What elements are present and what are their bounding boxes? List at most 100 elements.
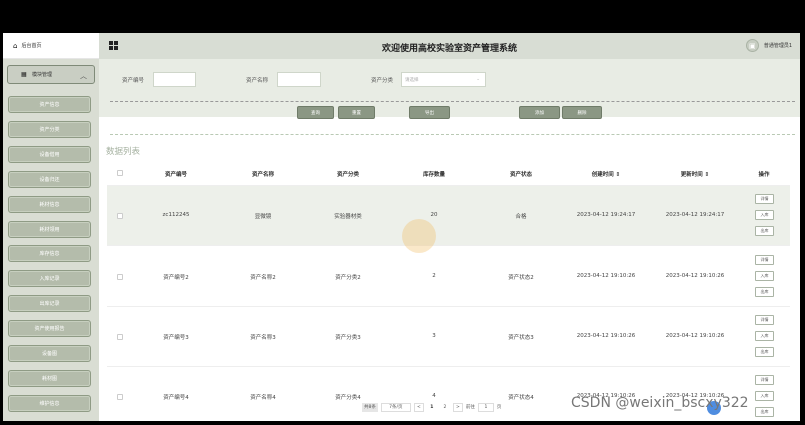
chevron-up-icon: ︿ — [80, 72, 87, 80]
table-cell: 2023-04-12 19:24:17 — [665, 212, 725, 218]
table-row[interactable]: zc112245 显微镜 实验器材类 20 合格 2023-04-12 19:24:17 2… — [107, 186, 790, 246]
table-cell: 2023-04-12 19:10:26 — [576, 273, 636, 279]
table-cell: 资产名称2 — [250, 275, 276, 281]
pager-unit-label: 页 — [496, 405, 502, 410]
cursor-highlight — [402, 219, 436, 253]
asset-no-input[interactable] — [153, 72, 196, 87]
asset-cat-placeholder: 请选择 — [405, 77, 419, 83]
asset-name-input[interactable] — [277, 72, 321, 87]
table-row[interactable]: 资产编号2 资产名称2 资产分类2 2 资产状态2 2023-04-12 19:10:26… — [107, 247, 790, 307]
sidebar-item[interactable]: 资产使用报告 — [8, 320, 91, 337]
sidebar-item[interactable]: 库存信息 — [8, 245, 91, 262]
sidebar-item[interactable]: 耗材图 — [8, 370, 91, 387]
asset-cat-select[interactable]: 请选择 ⌄ — [401, 72, 486, 87]
table-cell: 资产状态3 — [508, 335, 534, 341]
stock-out-button[interactable]: 出库 — [755, 287, 774, 297]
th-created[interactable]: 创建时间 ⇕ — [573, 170, 639, 178]
table-cell: 资产名称4 — [250, 395, 276, 401]
sidebar-item[interactable]: 出库记录 — [8, 295, 91, 312]
pager-page-1[interactable]: 1 — [426, 402, 437, 412]
module-menu-label: 模块管理 — [32, 72, 53, 78]
export-button[interactable]: 导出 — [409, 106, 450, 119]
divider-2 — [110, 134, 795, 135]
table-cell: 资产分类4 — [335, 395, 361, 401]
row-checkbox[interactable] — [117, 334, 123, 340]
pager-next[interactable]: > — [452, 402, 463, 412]
stock-in-button[interactable]: 入库 — [755, 391, 774, 401]
row-checkbox[interactable] — [117, 213, 123, 219]
th-asset-cat: 资产分类 — [336, 172, 359, 178]
table-header: 资产编号 资产名称 资产分类 库存数量 资产状态 创建时间 ⇕ 更新时间 ⇕ 操… — [107, 161, 790, 186]
detail-button[interactable]: 详情 — [755, 194, 774, 204]
table-cell: zc112245 — [162, 212, 190, 218]
query-button[interactable]: 查询 — [297, 106, 334, 119]
sidebar-item[interactable]: 资产分类 — [8, 121, 91, 138]
pager-size-select[interactable]: 7条/页 — [380, 402, 411, 412]
stock-in-button[interactable]: 入库 — [755, 210, 774, 220]
th-updated[interactable]: 更新时间 ⇕ — [662, 170, 728, 178]
sidebar-item[interactable]: 维护信息 — [8, 395, 91, 412]
user-menu[interactable]: ▣ 普通管理员1 — [745, 39, 792, 52]
module-menu-toggle[interactable]: ▦ 模块管理 ︿ — [7, 65, 95, 84]
sidebar-item[interactable]: 设备归还 — [8, 171, 91, 188]
pager-page-2[interactable]: 2 — [439, 402, 450, 412]
asset-name-label: 资产名称 — [246, 78, 269, 84]
stock-out-button[interactable]: 出库 — [755, 407, 774, 417]
pager-total: 共8条 — [362, 402, 378, 412]
th-actions: 操作 — [758, 172, 770, 178]
table-cell: 合格 — [515, 214, 527, 220]
sidebar-item[interactable]: 耗材领用 — [8, 221, 91, 238]
asset-cat-label: 资产分类 — [371, 78, 394, 84]
header-bar: 欢迎使用高校实验室资产管理系统 ▣ 普通管理员1 — [99, 33, 800, 59]
th-stock: 库存数量 — [422, 172, 445, 178]
detail-button[interactable]: 详情 — [755, 375, 774, 385]
table-cell: 资产分类2 — [335, 275, 361, 281]
pagination: 共8条 7条/页 < 1 2 > 前往 1 页 — [362, 402, 501, 412]
watermark: CSDN @weixin_bscxy322 — [571, 395, 749, 411]
stock-in-button[interactable]: 入库 — [755, 331, 774, 341]
delete-button[interactable]: 删除 — [562, 106, 602, 119]
chevron-down-icon: ⌄ — [476, 77, 480, 82]
divider — [110, 101, 795, 102]
sidebar-item[interactable]: 入库记录 — [8, 270, 91, 287]
table-cell: 2 — [432, 273, 436, 279]
pager-goto-input[interactable]: 1 — [477, 402, 494, 412]
pager-goto-label: 前往 — [465, 405, 475, 410]
sidebar-item[interactable]: 资产信息 — [8, 96, 91, 113]
user-name: 普通管理员1 — [763, 43, 792, 49]
detail-button[interactable]: 详情 — [755, 255, 774, 265]
sidebar-item[interactable]: 耗材信息 — [8, 196, 91, 213]
home-icon: ⌂ — [13, 41, 18, 50]
table-cell: 资产状态4 — [508, 395, 534, 401]
th-status: 资产状态 — [509, 172, 532, 178]
table-cell: 资产编号3 — [163, 335, 189, 341]
top-black-bar — [0, 0, 805, 33]
sidebar-item[interactable]: 设备图 — [8, 345, 91, 362]
row-checkbox[interactable] — [117, 394, 123, 400]
home-label: 后台首页 — [21, 43, 42, 49]
row-checkbox[interactable] — [117, 274, 123, 280]
select-all-checkbox[interactable] — [117, 170, 123, 176]
table-cell: 资产编号4 — [163, 395, 189, 401]
detail-button[interactable]: 详情 — [755, 315, 774, 325]
avatar-icon: ▣ — [745, 39, 759, 52]
table-cell: 20 — [430, 212, 438, 218]
pager-prev[interactable]: < — [413, 402, 424, 412]
th-asset-name: 资产名称 — [251, 172, 274, 178]
table-cell: 2023-04-12 19:10:26 — [665, 333, 725, 339]
stock-out-button[interactable]: 出库 — [755, 347, 774, 357]
add-button[interactable]: 添加 — [519, 106, 560, 119]
grid-small-icon: ▦ — [21, 71, 27, 78]
table-cell: 2023-04-12 19:10:26 — [576, 333, 636, 339]
table-row[interactable]: 资产编号3 资产名称3 资产分类3 3 资产状态3 2023-04-12 19:10:26… — [107, 307, 790, 367]
home-link[interactable]: ⌂ 后台首页 — [3, 33, 99, 59]
sidebar: ▦ 模块管理 ︿ 资产信息资产分类设备借用设备归还耗材信息耗材领用库存信息入库记… — [3, 59, 99, 421]
table-cell: 资产分类3 — [335, 335, 361, 341]
stock-in-button[interactable]: 入库 — [755, 271, 774, 281]
table-cell: 实验器材类 — [334, 214, 362, 220]
stock-out-button[interactable]: 出库 — [755, 226, 774, 236]
sidebar-item[interactable]: 设备借用 — [8, 146, 91, 163]
reset-button[interactable]: 重置 — [338, 106, 375, 119]
list-title: 数据列表 — [106, 147, 141, 157]
table-cell: 资产状态2 — [508, 275, 534, 281]
